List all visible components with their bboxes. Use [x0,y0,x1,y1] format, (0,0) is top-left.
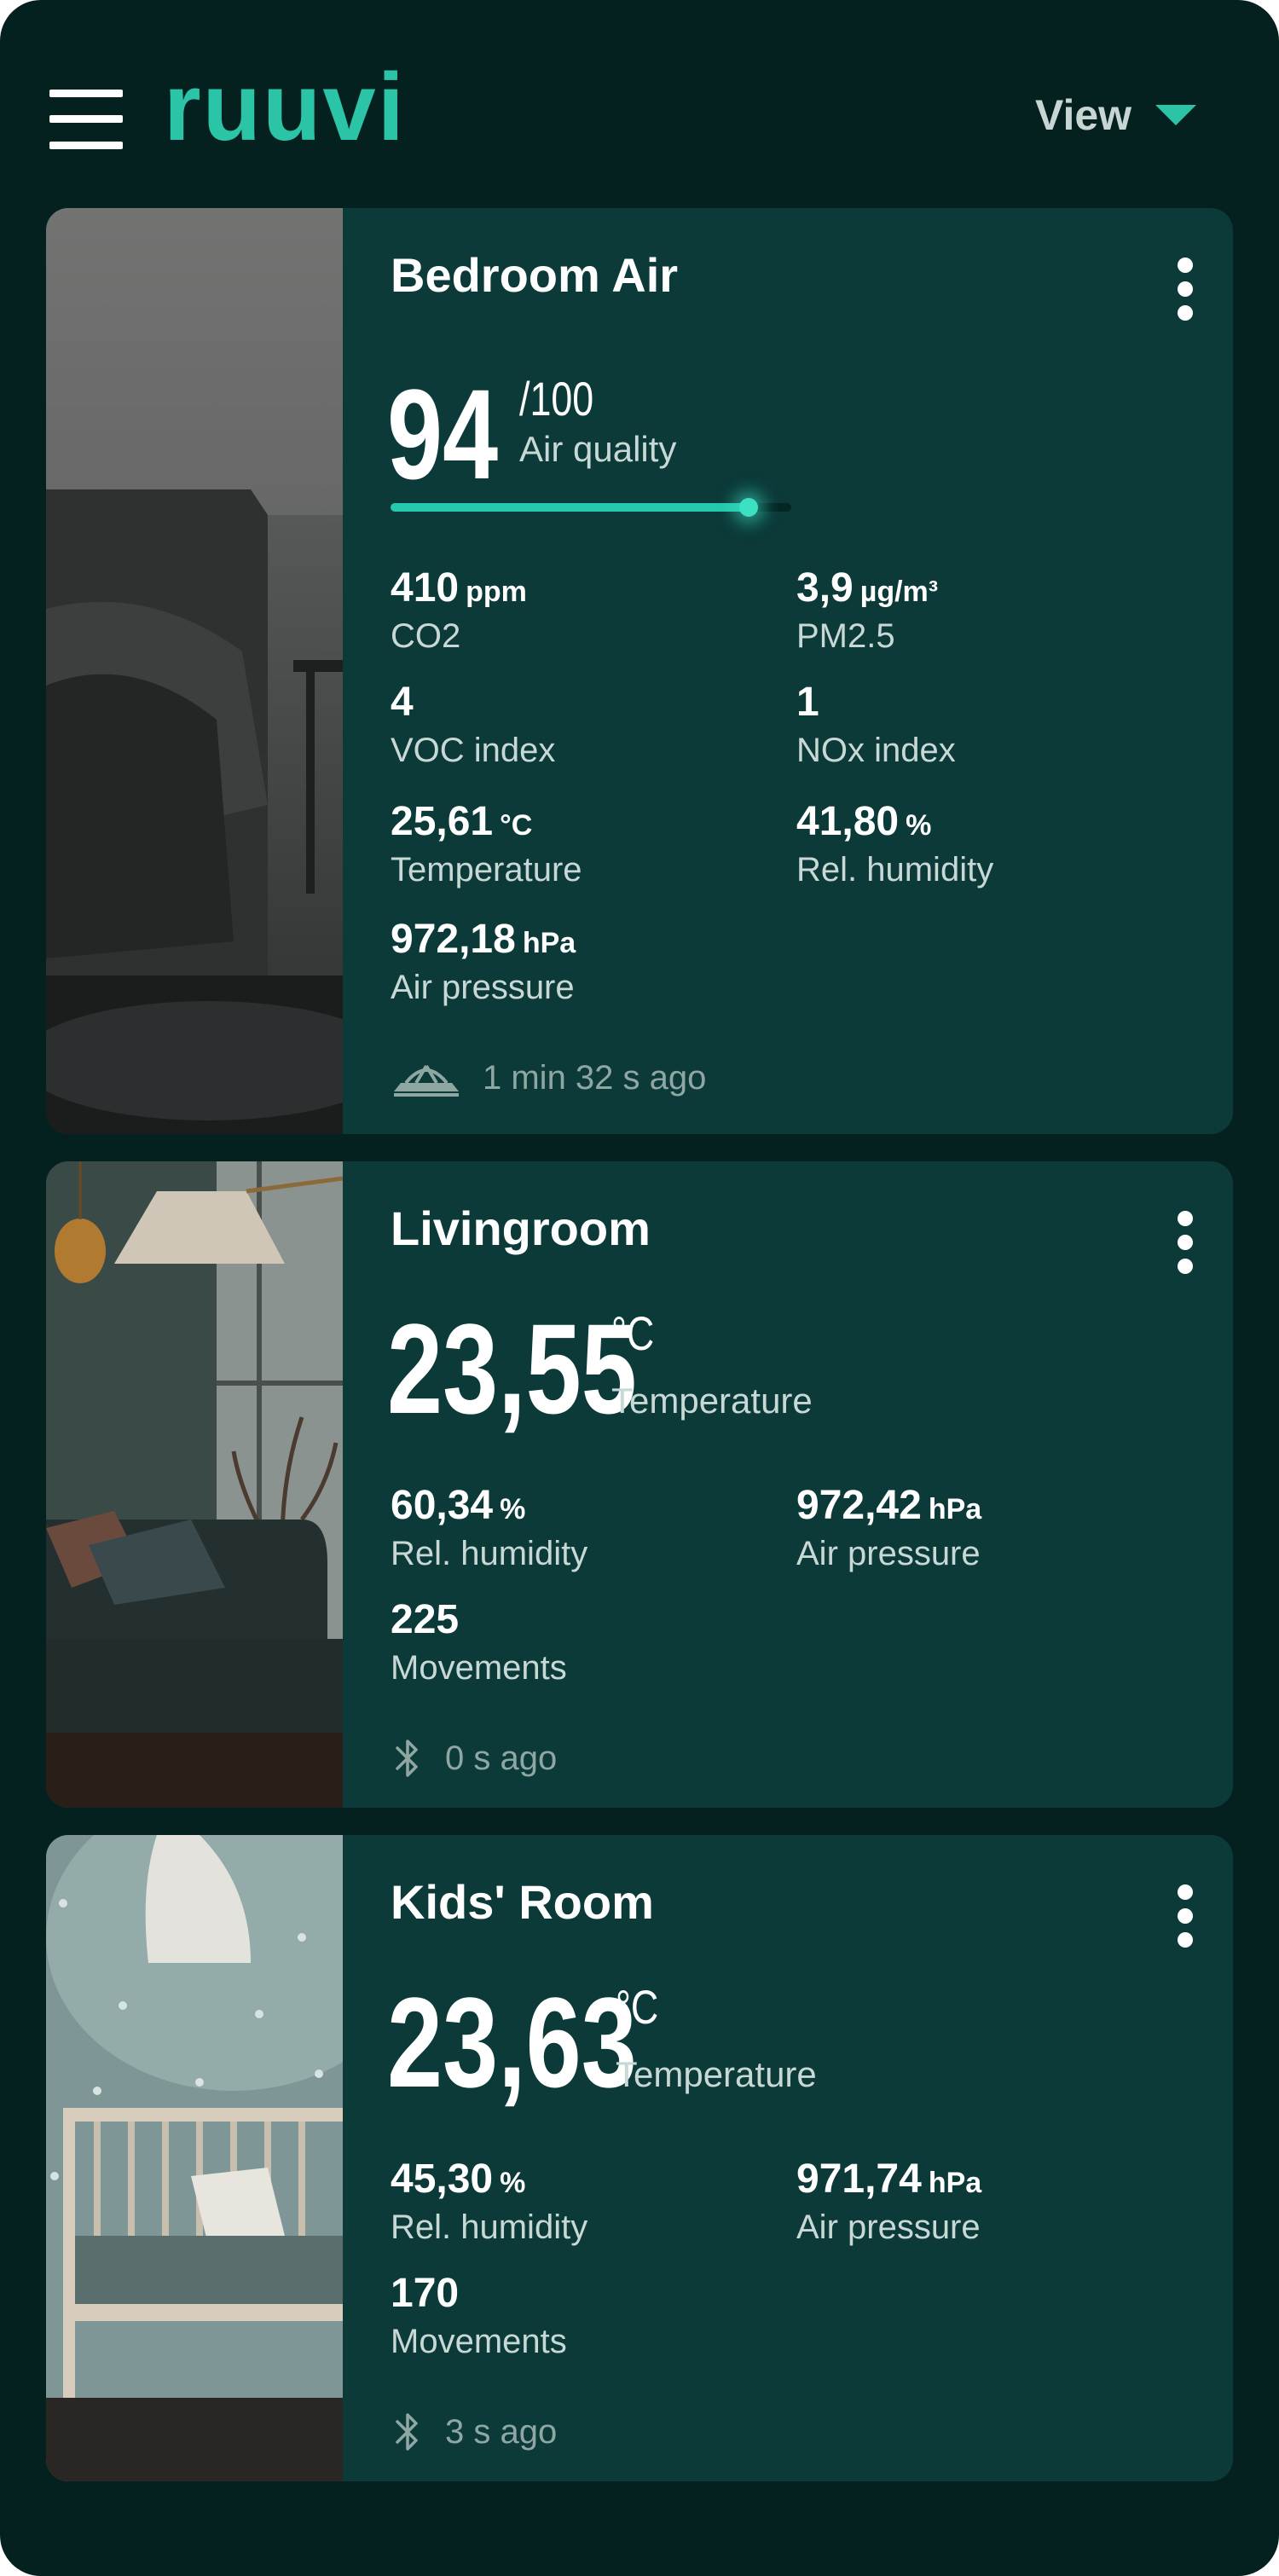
more-options-icon[interactable] [1175,258,1195,321]
main-temperature-value: 23,55 [387,1297,637,1440]
main-temperature-value: 23,63 [387,1971,637,2114]
last-updated: 0 s ago [391,1738,557,1779]
air-quality-max: /100 [519,372,594,425]
last-updated: 1 min 32 s ago [391,1057,706,1098]
card-content: Kids' Room 23,63 °C Temperature 45,30% R… [343,1835,1233,2481]
hamburger-menu-icon[interactable] [49,90,123,149]
caret-down-icon [1155,105,1197,125]
air-quality-fill [391,503,749,512]
gateway-icon [394,1064,459,1097]
sensor-card-kids-room[interactable]: Kids' Room 23,63 °C Temperature 45,30% R… [46,1835,1233,2481]
sensor-background-image [46,1161,343,1808]
main-temperature-label: Temperature [611,1381,813,1421]
air-quality-label: Air quality [519,429,677,469]
bluetooth-icon [396,1740,418,1777]
metric-co2: 410 ppm CO2 [391,565,527,655]
metric-pressure: 971,74 hPa Air pressure [796,2156,982,2246]
card-content: Livingroom 23,55 °C Temperature 60,34% R… [343,1161,1233,1808]
more-options-icon[interactable] [1175,1884,1195,1948]
sensor-background-image [46,1835,343,2481]
last-updated: 3 s ago [391,2411,557,2452]
metric-movements: 225 Movements [391,1597,567,1687]
metric-pm25: 3,9 µg/m³ PM2.5 [796,565,939,655]
ruuvi-logo: ruuvi [164,54,406,160]
last-updated-text: 1 min 32 s ago [483,1059,707,1097]
sensor-card-livingroom[interactable]: Livingroom 23,55 °C Temperature 60,34% R… [46,1161,1233,1808]
metric-pressure: 972,42 hPa Air pressure [796,1483,982,1572]
sensor-background-image [46,208,343,1134]
metric-voc: 4 VOC index [391,680,556,769]
main-temperature-label: Temperature [616,2054,817,2094]
main-temperature-unit: °C [611,1306,655,1360]
air-quality-indicator [739,498,758,517]
bluetooth-icon [396,2413,418,2451]
card-title: Livingroom [391,1201,651,1255]
last-updated-text: 3 s ago [445,2413,558,2451]
app-screen: ruuvi View Bedroom Air 94 /100 Air quali… [0,0,1279,2576]
metric-humidity: 41,80% Rel. humidity [796,799,994,889]
view-label: View [1035,91,1132,139]
metric-pressure: 972,18 hPa Air pressure [391,917,576,1006]
card-title: Bedroom Air [391,248,679,302]
metric-movements: 170 Movements [391,2271,567,2360]
air-quality-bar [391,498,791,517]
card-title: Kids' Room [391,1875,654,1929]
metric-nox: 1 NOx index [796,680,956,769]
metric-humidity: 60,34% Rel. humidity [391,1483,588,1572]
more-options-icon[interactable] [1175,1211,1195,1274]
main-temperature-unit: °C [616,1980,659,2034]
last-updated-text: 0 s ago [445,1740,558,1777]
top-bar: ruuvi View [0,0,1279,196]
air-quality-score: 94 [387,362,499,506]
metric-temperature: 25,61 °C Temperature [391,799,582,889]
card-content: Bedroom Air 94 /100 Air quality 410 ppm C… [343,208,1233,1134]
sensor-card-bedroom-air[interactable]: Bedroom Air 94 /100 Air quality 410 ppm C… [46,208,1233,1134]
metric-humidity: 45,30% Rel. humidity [391,2156,588,2246]
view-dropdown-button[interactable]: View [1035,91,1197,139]
